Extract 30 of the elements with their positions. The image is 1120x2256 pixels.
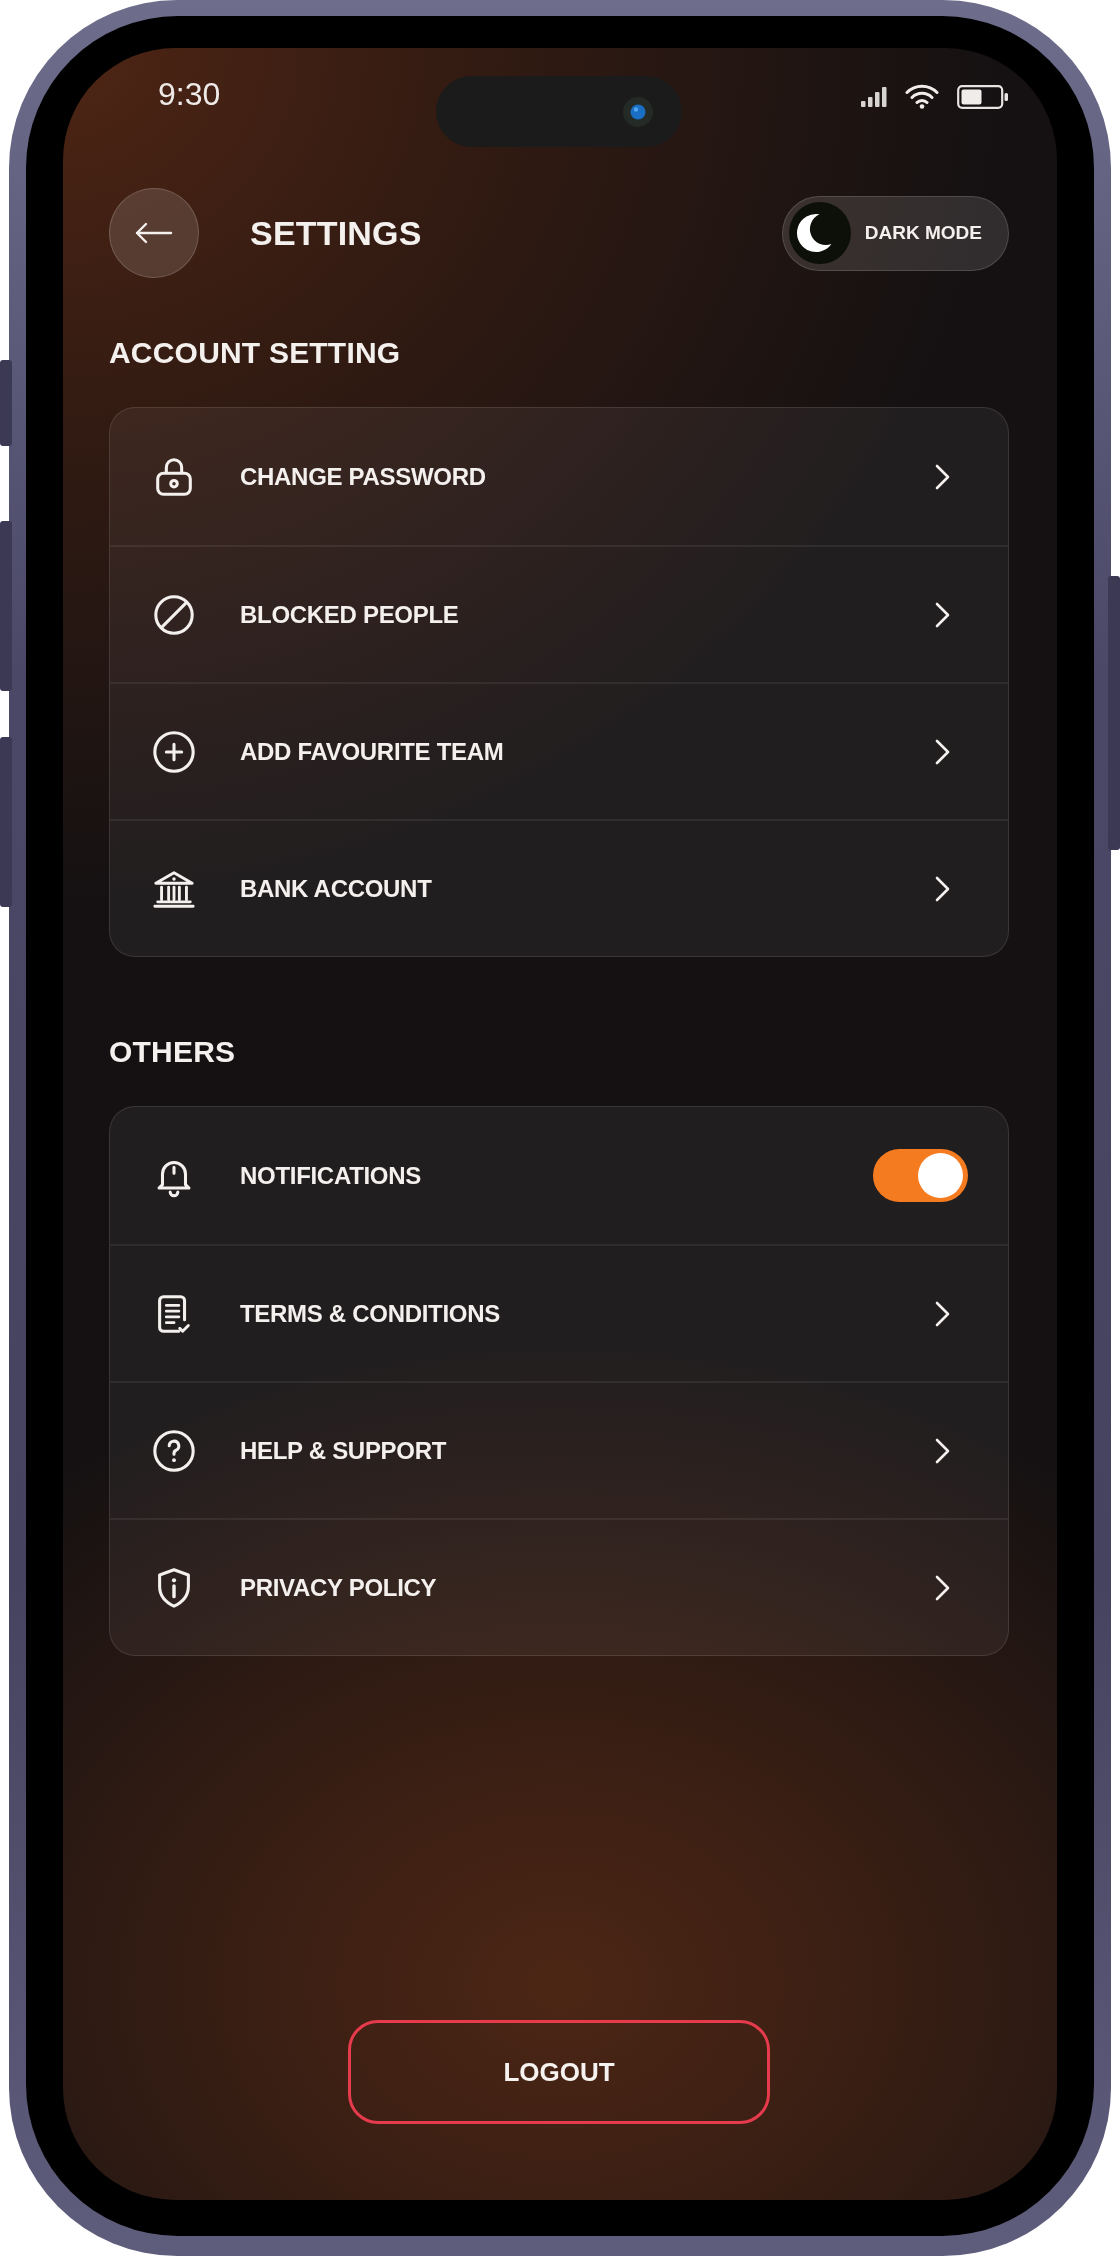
- menu-item[interactable]: BANK ACCOUNT: [110, 819, 1008, 956]
- chevron-right-icon: [934, 1436, 952, 1465]
- chevron-right-icon: [934, 1573, 952, 1602]
- battery-icon: [957, 84, 1009, 109]
- chevron-right-icon: [934, 600, 952, 629]
- section-title: ACCOUNT SETTING: [109, 335, 402, 371]
- signal-icon: [861, 86, 887, 107]
- status-time: 9:30: [157, 76, 221, 112]
- chevron-right-icon: [934, 737, 952, 766]
- menu-item[interactable]: PRIVACY POLICY: [110, 1518, 1008, 1655]
- menu-label: NOTIFICATIONS: [240, 1160, 421, 1191]
- camera-lens-icon: [622, 95, 654, 128]
- menu-item[interactable]: ADD FAVOURITE TEAM: [110, 682, 1008, 819]
- section-title: OTHERS: [109, 1034, 237, 1070]
- menu-item[interactable]: BLOCKED PEOPLE: [110, 545, 1008, 682]
- chevron-right-icon: [934, 462, 952, 491]
- menu-item[interactable]: CHANGE PASSWORD: [110, 408, 1008, 545]
- toggle-switch[interactable]: [873, 1149, 968, 1202]
- dark-mode-button[interactable]: DARK MODE: [781, 195, 1009, 271]
- help-icon: [151, 1427, 197, 1474]
- moon-icon: [787, 201, 852, 265]
- page-title: SETTINGS: [250, 213, 422, 253]
- arrow-left-icon: [135, 222, 173, 244]
- menu-item[interactable]: HELP & SUPPORT: [110, 1381, 1008, 1518]
- plus-circle-icon: [151, 728, 197, 775]
- chevron-right-icon: [934, 874, 952, 903]
- chevron-right-icon: [934, 1299, 952, 1328]
- logout-button[interactable]: LOGOUT: [348, 2020, 770, 2124]
- menu-item[interactable]: TERMS & CONDITIONS: [110, 1244, 1008, 1381]
- wifi-icon: [905, 84, 939, 109]
